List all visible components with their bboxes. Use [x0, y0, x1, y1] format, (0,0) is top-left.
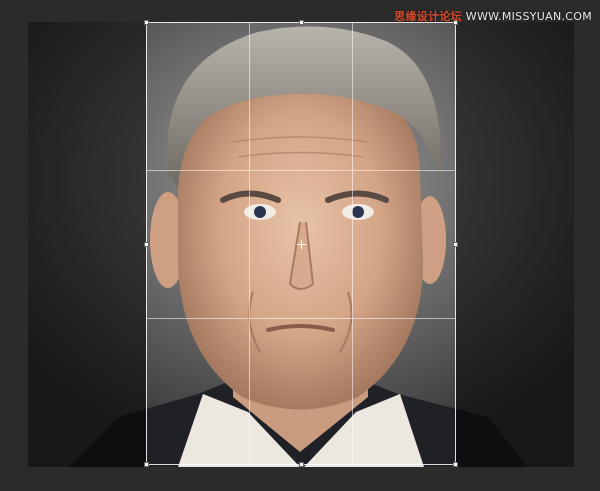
- grid-line-horizontal-1: [147, 170, 455, 171]
- crop-handle-bottom-left[interactable]: [144, 462, 149, 467]
- crop-handle-middle-left[interactable]: [144, 242, 149, 247]
- watermark-site: WWW.MISSYUAN.COM: [465, 10, 592, 23]
- crop-handle-middle-right[interactable]: [453, 242, 458, 247]
- grid-line-vertical-1: [249, 23, 250, 464]
- grid-line-vertical-2: [352, 23, 353, 464]
- crop-handle-top-center[interactable]: [299, 20, 304, 25]
- grid-line-horizontal-2: [147, 318, 455, 319]
- crop-shield-right: [456, 22, 574, 467]
- watermark-brand: 思缘设计论坛: [394, 10, 462, 23]
- crop-box[interactable]: [144, 20, 458, 467]
- crop-handle-bottom-center[interactable]: [299, 462, 304, 467]
- photoshop-workspace: 思缘设计论坛 WWW.MISSYUAN.COM: [0, 0, 600, 491]
- crop-handle-top-left[interactable]: [144, 20, 149, 25]
- crop-shield-left: [28, 22, 146, 467]
- crop-center-crosshair-icon: [297, 240, 306, 249]
- crop-handle-bottom-right[interactable]: [453, 462, 458, 467]
- watermark: 思缘设计论坛 WWW.MISSYUAN.COM: [394, 8, 592, 24]
